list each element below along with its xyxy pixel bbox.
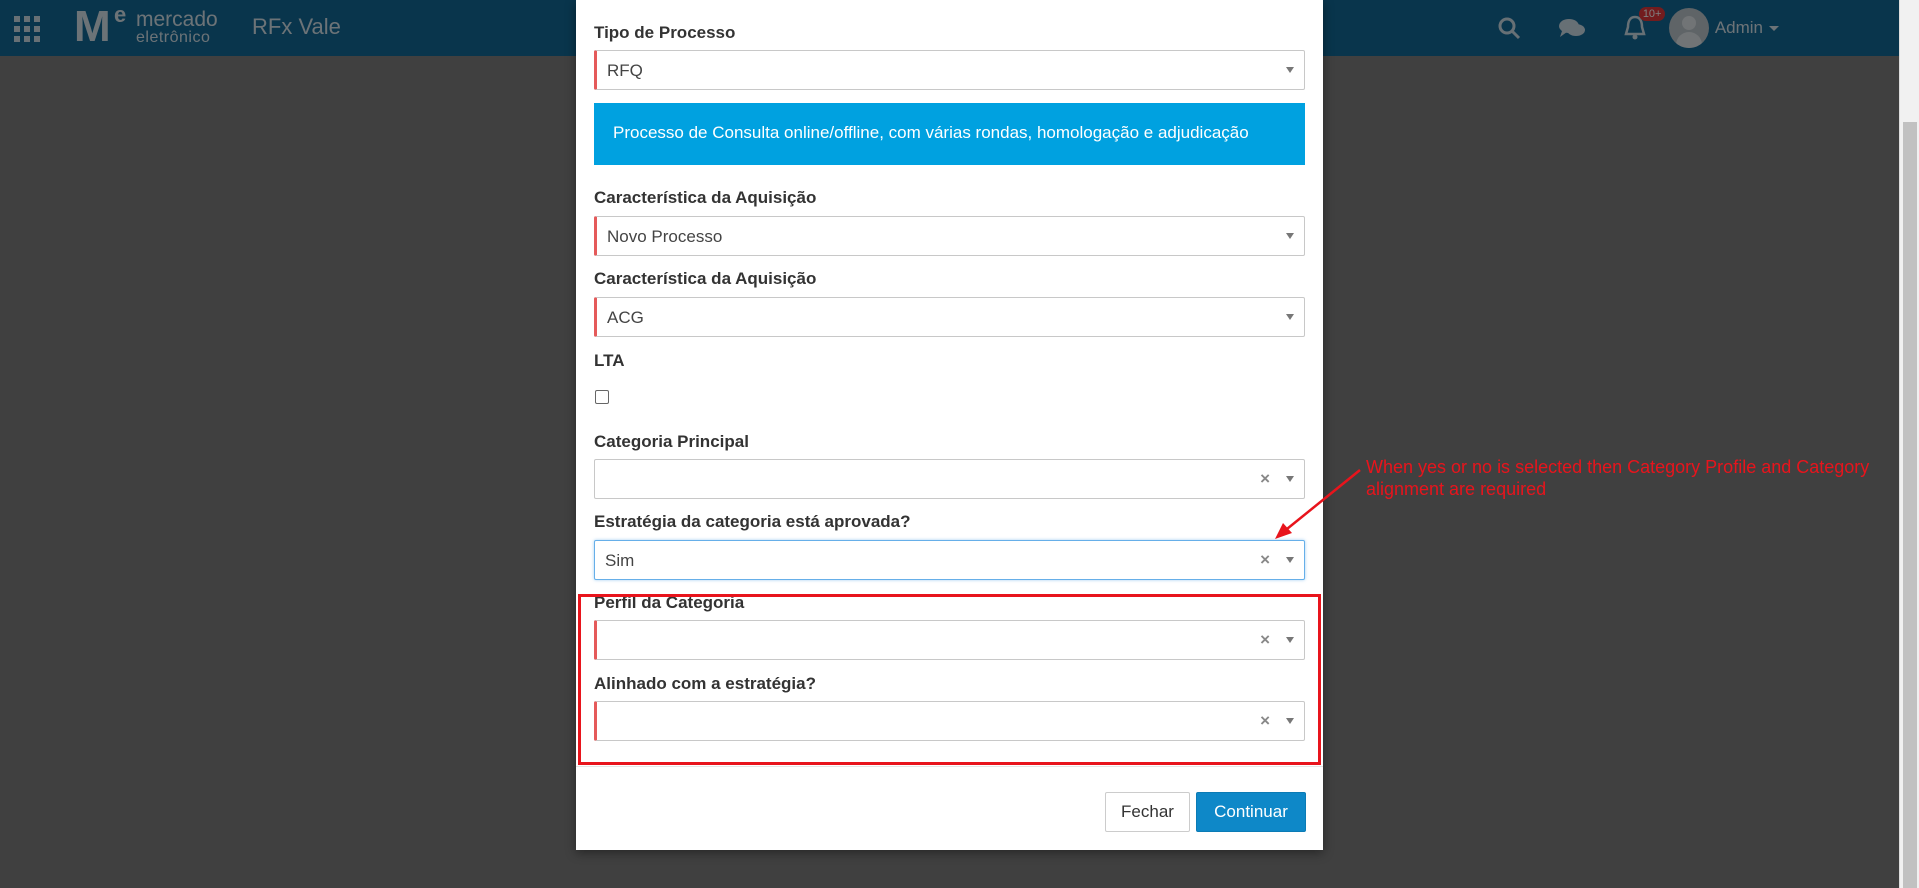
chevron-down-icon [1286, 233, 1294, 239]
modal-footer-divider [576, 766, 1323, 767]
acquisition-type-select[interactable]: Novo Processo [594, 216, 1305, 256]
acquisition-subtype-value: ACG [607, 308, 644, 327]
continue-button[interactable]: Continuar [1196, 792, 1306, 832]
main-category-select[interactable]: × [594, 459, 1305, 499]
process-info-banner: Processo de Consulta online/offline, com… [594, 103, 1305, 165]
chevron-down-icon [1286, 67, 1294, 73]
annotation-arrow-icon [1275, 469, 1361, 539]
lta-label: LTA [594, 351, 625, 370]
strategy-approved-select[interactable]: Sim × [594, 540, 1305, 580]
strategy-approved-value: Sim [605, 551, 635, 570]
acquisition-subtype-label: Característica da Aquisição [594, 269, 817, 288]
strategy-approved-label: Estratégia da categoria está aprovada? [594, 512, 911, 531]
process-type-label: Tipo de Processo [594, 23, 736, 42]
process-type-select[interactable]: RFQ [594, 50, 1305, 90]
main-category-label: Categoria Principal [594, 432, 749, 451]
chevron-down-icon [1286, 314, 1294, 320]
clear-icon[interactable]: × [1260, 550, 1270, 570]
acquisition-type-value: Novo Processo [607, 227, 723, 246]
clear-icon[interactable]: × [1260, 469, 1270, 489]
close-button[interactable]: Fechar [1105, 792, 1190, 832]
acquisition-subtype-select[interactable]: ACG [594, 297, 1305, 337]
chevron-down-icon [1286, 557, 1294, 563]
page-scrollbar[interactable] [1899, 0, 1919, 888]
annotation-highlight-box [578, 594, 1321, 765]
acquisition-type-label: Característica da Aquisição [594, 188, 817, 207]
process-type-value: RFQ [607, 61, 643, 80]
lta-checkbox[interactable] [595, 390, 609, 404]
annotation-note: When yes or no is selected then Category… [1366, 457, 1870, 499]
